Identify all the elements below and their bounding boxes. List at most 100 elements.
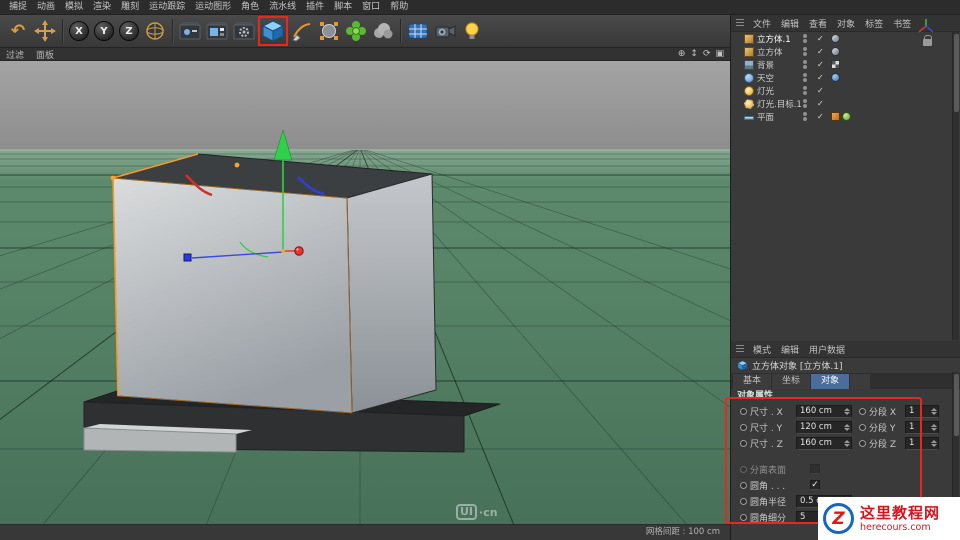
material-tag-icon[interactable] bbox=[831, 112, 840, 121]
menu-render[interactable]: 渲染 bbox=[88, 0, 116, 15]
menu-script[interactable]: 脚本 bbox=[329, 0, 357, 15]
texture-tag-icon[interactable] bbox=[831, 60, 840, 69]
object-tags[interactable] bbox=[831, 60, 840, 69]
phong-tag-icon[interactable] bbox=[831, 34, 840, 43]
simulation-grid-button[interactable] bbox=[405, 16, 431, 46]
grip-icon[interactable] bbox=[736, 344, 744, 354]
mograph-button[interactable] bbox=[343, 16, 369, 46]
size-z-input[interactable]: 160 cm bbox=[796, 436, 852, 450]
anim-dot[interactable] bbox=[740, 407, 747, 415]
object-row-light[interactable]: 灯光 ✓ bbox=[731, 84, 953, 97]
stepper[interactable] bbox=[843, 423, 851, 431]
menu-mograph[interactable]: 运动图形 bbox=[190, 0, 236, 15]
stepper[interactable] bbox=[930, 423, 938, 431]
coordinate-system-button[interactable] bbox=[142, 16, 168, 46]
anim-dot[interactable] bbox=[859, 439, 866, 447]
subdivision-surface-button[interactable] bbox=[316, 16, 342, 46]
anim-dot[interactable] bbox=[740, 497, 747, 505]
segments-x-input[interactable]: 1 bbox=[905, 404, 939, 418]
visibility-dots[interactable] bbox=[803, 47, 807, 56]
anim-dot[interactable] bbox=[740, 481, 747, 489]
stepper[interactable] bbox=[930, 439, 938, 447]
om-menu-objects[interactable]: 对象 bbox=[832, 17, 860, 30]
menu-character[interactable]: 角色 bbox=[236, 0, 264, 15]
menu-window[interactable]: 窗口 bbox=[357, 0, 385, 15]
object-list-scrollbar[interactable] bbox=[952, 32, 959, 340]
move-tool-button[interactable] bbox=[32, 16, 58, 46]
object-row-background[interactable]: 背景 ✓ bbox=[731, 58, 953, 71]
segments-y-input[interactable]: 1 bbox=[905, 420, 939, 434]
am-menu-edit[interactable]: 编辑 bbox=[776, 343, 804, 356]
x-axis-lock-button[interactable]: X bbox=[69, 21, 89, 41]
render-settings-button[interactable] bbox=[231, 16, 257, 46]
compositing-tag-icon[interactable] bbox=[842, 112, 851, 121]
zoom-view-icon[interactable]: ↕ bbox=[690, 49, 698, 59]
viewport-canvas[interactable] bbox=[0, 61, 730, 540]
am-menu-userdata[interactable]: 用户数据 bbox=[804, 343, 850, 356]
object-row-cube1[interactable]: 立方体.1 ✓ bbox=[731, 32, 953, 45]
stepper[interactable] bbox=[843, 439, 851, 447]
enabled-check[interactable]: ✓ bbox=[817, 60, 824, 69]
viewport-menu-panel[interactable]: 面板 bbox=[30, 48, 60, 61]
enabled-check[interactable]: ✓ bbox=[817, 73, 824, 82]
object-tags[interactable] bbox=[831, 73, 840, 82]
anim-dot[interactable] bbox=[859, 423, 866, 431]
enabled-check[interactable]: ✓ bbox=[817, 47, 824, 56]
spline-pen-button[interactable] bbox=[289, 16, 315, 46]
object-row-cube[interactable]: 立方体 ✓ bbox=[731, 45, 953, 58]
anim-dot[interactable] bbox=[740, 423, 747, 431]
fillet-checkbox[interactable]: ✓ bbox=[810, 480, 820, 490]
tab-object[interactable]: 对象 bbox=[811, 374, 850, 389]
object-row-light-target[interactable]: 灯光.目标.1 ✓ bbox=[731, 97, 953, 110]
menu-pipeline[interactable]: 流水线 bbox=[264, 0, 301, 15]
toggle-view-icon[interactable]: ▣ bbox=[715, 49, 724, 59]
menu-snap[interactable]: 捕捉 bbox=[4, 0, 32, 15]
visibility-dots[interactable] bbox=[803, 112, 807, 121]
segments-z-input[interactable]: 1 bbox=[905, 436, 939, 450]
z-axis-lock-button[interactable]: Z bbox=[119, 21, 139, 41]
light-button[interactable] bbox=[459, 16, 485, 46]
anim-dot[interactable] bbox=[740, 513, 747, 521]
stepper[interactable] bbox=[843, 407, 851, 415]
om-menu-view[interactable]: 查看 bbox=[804, 17, 832, 30]
y-axis-lock-button[interactable]: Y bbox=[94, 21, 114, 41]
menu-animation[interactable]: 动画 bbox=[32, 0, 60, 15]
visibility-dots[interactable] bbox=[803, 73, 807, 82]
compositing-tag-icon[interactable] bbox=[831, 73, 840, 82]
menu-help[interactable]: 帮助 bbox=[385, 0, 413, 15]
object-tags[interactable] bbox=[831, 112, 851, 121]
rotate-view-icon[interactable]: ⟳ bbox=[703, 49, 711, 59]
render-view-button[interactable] bbox=[177, 16, 203, 46]
tab-coordinates[interactable]: 坐标 bbox=[772, 374, 811, 389]
menu-plugins[interactable]: 插件 bbox=[301, 0, 329, 15]
menu-motion-tracker[interactable]: 运动跟踪 bbox=[144, 0, 190, 15]
object-row-sky[interactable]: 天空 ✓ bbox=[731, 71, 953, 84]
anim-dot[interactable] bbox=[740, 465, 747, 473]
om-menu-file[interactable]: 文件 bbox=[748, 17, 776, 30]
menu-sculpt[interactable]: 雕刻 bbox=[116, 0, 144, 15]
stepper[interactable] bbox=[930, 407, 938, 415]
object-tags[interactable] bbox=[831, 47, 840, 56]
camera-button[interactable] bbox=[432, 16, 458, 46]
separate-surfaces-checkbox[interactable] bbox=[810, 464, 820, 474]
enabled-check[interactable]: ✓ bbox=[817, 99, 824, 108]
visibility-dots[interactable] bbox=[803, 99, 807, 108]
anim-dot[interactable] bbox=[740, 439, 747, 447]
volume-button[interactable] bbox=[370, 16, 396, 46]
object-tags[interactable] bbox=[831, 34, 840, 43]
enabled-check[interactable]: ✓ bbox=[817, 86, 824, 95]
am-menu-mode[interactable]: 模式 bbox=[748, 343, 776, 356]
size-y-input[interactable]: 120 cm bbox=[796, 420, 852, 434]
phong-tag-icon[interactable] bbox=[831, 47, 840, 56]
visibility-dots[interactable] bbox=[803, 34, 807, 43]
tab-partial[interactable] bbox=[850, 374, 871, 389]
tab-basic[interactable]: 基本 bbox=[733, 374, 772, 389]
anim-dot[interactable] bbox=[859, 407, 866, 415]
om-menu-tags[interactable]: 标签 bbox=[860, 17, 888, 30]
enabled-check[interactable]: ✓ bbox=[817, 112, 824, 121]
undo-button[interactable]: ↶ bbox=[5, 16, 31, 46]
pan-view-icon[interactable]: ⊕ bbox=[678, 49, 686, 59]
visibility-dots[interactable] bbox=[803, 60, 807, 69]
size-x-input[interactable]: 160 cm bbox=[796, 404, 852, 418]
enabled-check[interactable]: ✓ bbox=[817, 34, 824, 43]
